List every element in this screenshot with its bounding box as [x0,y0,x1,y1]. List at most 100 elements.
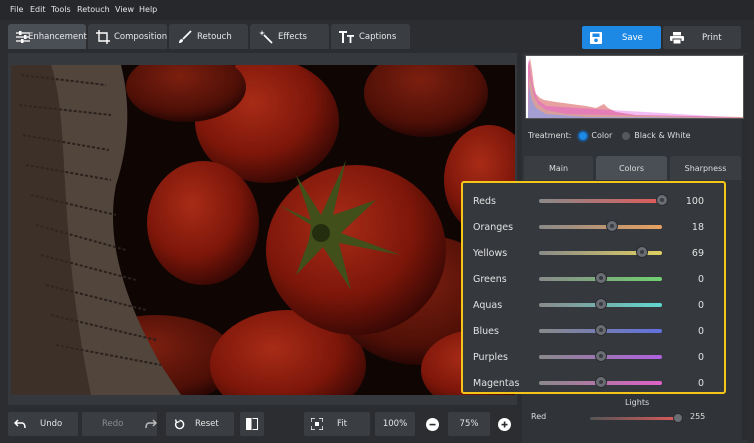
plus-icon [497,417,511,431]
redo-icon [145,419,158,429]
fit-label: Fit [337,419,347,429]
tab-colors[interactable]: Colors [596,156,667,180]
lights-heading: Lights [625,398,650,407]
save-button[interactable]: Save [582,26,661,49]
slider-knob[interactable] [636,246,649,258]
undo-icon [14,419,26,429]
undo-button[interactable]: Undo [8,412,78,436]
lights-red-value: 255 [690,412,706,421]
slider-label: Magentas [473,377,520,389]
menu-help[interactable]: Help [139,5,157,14]
tab-main[interactable]: Main [524,156,593,180]
redo-button[interactable]: Redo [82,412,158,436]
slider-knob[interactable] [656,194,668,206]
slider-knob[interactable] [594,324,607,336]
tab-enhancement[interactable]: Enhancement [8,24,87,49]
slider-label: Oranges [473,221,514,233]
slider-track[interactable] [539,298,662,310]
print-label: Print [702,32,722,43]
slider-value: 18 [691,221,704,233]
zoom-out-button[interactable] [421,412,443,436]
slider-knob[interactable] [594,298,607,310]
compare-icon [246,418,258,430]
slider-row-oranges: Oranges 18 [473,220,718,234]
radio-color-label: Color [591,131,613,140]
menu-view[interactable]: View [115,5,134,14]
reset-label: Reset [195,419,219,429]
slider-row-yellows: Yellows 69 [473,246,718,260]
radio-black-white[interactable] [622,131,631,140]
tab-label: Captions [359,31,397,42]
slider-label: Yellows [473,247,508,259]
treatment-label: Treatment: [528,131,572,140]
tab-label: Enhancement [28,31,87,42]
reset-button[interactable]: Reset [166,412,234,436]
fit-icon [311,418,323,430]
photo-preview[interactable] [11,65,515,395]
tab-main-label: Main [548,163,569,173]
slider-label: Greens [473,273,507,285]
tab-label: Effects [278,31,307,42]
tab-captions[interactable]: Captions [331,24,410,49]
tab-sharpness-label: Sharpness [684,163,727,173]
slider-track[interactable] [539,220,662,232]
minus-icon [425,417,439,431]
menu-file[interactable]: File [10,5,23,14]
slider-row-reds: Reds 100 [473,194,718,208]
zoom-100-button[interactable]: 100% [375,412,415,436]
lights-red-track[interactable] [590,417,680,420]
slider-label: Purples [473,351,508,363]
slider-knob[interactable] [594,376,607,388]
tab-retouch[interactable]: Retouch [169,24,248,49]
save-icon [590,31,602,44]
lights-red-label: Red [531,412,547,421]
slider-row-magentas: Magentas 0 [473,376,718,390]
radio-color[interactable] [579,131,588,140]
tab-sharpness[interactable]: Sharpness [670,156,741,180]
slider-value: 69 [691,247,704,259]
lights-red-knob[interactable] [673,413,683,423]
menu-tools[interactable]: Tools [51,5,71,14]
print-button[interactable]: Print [663,26,741,49]
zoom-level-value: 75% [459,419,479,429]
text-icon [339,29,355,45]
slider-label: Reds [473,195,496,207]
tab-effects[interactable]: Effects [250,24,329,49]
slider-track[interactable] [539,194,668,206]
compare-button[interactable] [240,412,264,436]
brush-icon [177,29,193,45]
slider-value: 0 [697,325,704,337]
menu-edit[interactable]: Edit [30,5,46,14]
slider-label: Blues [473,325,499,337]
slider-track[interactable] [539,350,662,362]
radio-black-white-label: Black & White [634,131,691,140]
slider-row-purples: Purples 0 [473,350,718,364]
slider-track[interactable] [539,324,662,336]
slider-value: 0 [697,299,704,311]
crop-icon [96,29,110,45]
slider-knob[interactable] [605,220,618,232]
menu-bar: File Edit Tools Retouch View Help [0,0,754,20]
slider-value: 100 [685,195,704,207]
tab-label: Composition [114,31,168,42]
zoom-in-button[interactable] [493,412,515,436]
slider-knob[interactable] [594,272,607,284]
slider-row-greens: Greens 0 [473,272,718,286]
treatment-group: Treatment: Color Black & White [528,131,691,140]
tab-colors-label: Colors [618,163,645,173]
slider-track[interactable] [539,246,662,258]
slider-track[interactable] [539,376,662,388]
slider-value: 0 [697,377,704,389]
tab-composition[interactable]: Composition [88,24,167,49]
slider-knob[interactable] [594,350,607,362]
zoom-level-field[interactable]: 75% [448,412,490,436]
menu-retouch[interactable]: Retouch [77,5,110,14]
slider-value: 0 [697,351,704,363]
save-label: Save [622,32,643,43]
redo-label: Redo [102,419,124,429]
fit-button[interactable]: Fit [304,412,370,436]
slider-track[interactable] [539,272,662,284]
color-sliders-group: Reds 100 Oranges 18 Yellows 69 Greens 0 Aquas 0 Bl… [461,181,726,394]
slider-label: Aquas [473,299,503,311]
reset-icon [174,418,185,430]
